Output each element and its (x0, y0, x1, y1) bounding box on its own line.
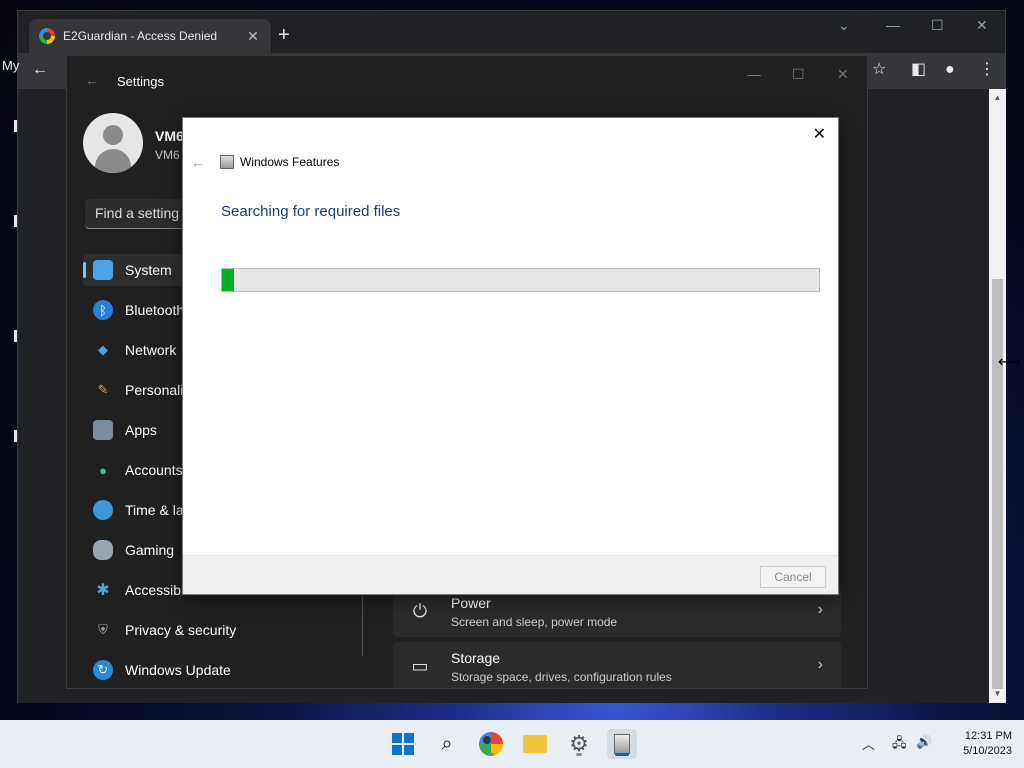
card-title: Power (451, 595, 491, 611)
windows-update-icon: ↻ (93, 660, 113, 680)
start-button[interactable] (388, 729, 418, 759)
storage-card[interactable]: ▭ Storage Storage space, drives, configu… (393, 642, 841, 688)
windows-features-dialog: ✕ ← Windows Features Searching for requi… (182, 117, 839, 595)
active-accent-bar (83, 262, 86, 278)
profile-icon[interactable]: ● (945, 61, 955, 79)
chrome-taskbar-icon[interactable] (476, 729, 506, 759)
scroll-down-icon[interactable]: ▼ (989, 689, 1006, 698)
sidebar-item-label: Windows Update (125, 662, 231, 678)
card-subtitle: Screen and sleep, power mode (451, 615, 618, 629)
dialog-heading: Searching for required files (221, 203, 401, 220)
running-indicator (576, 753, 582, 756)
network-status-icon[interactable]: 🖧 (892, 734, 907, 756)
avatar-body (95, 149, 131, 173)
running-indicator (488, 753, 494, 756)
privacy-shield-icon: ⛨ (98, 622, 108, 637)
bookmark-label: My (2, 58, 20, 73)
network-icon: ◆ (98, 342, 108, 357)
sidebar-item-label: Accounts (125, 462, 183, 478)
active-indicator (615, 753, 629, 756)
progress-fill (222, 269, 234, 291)
chrome-titlebar: E2Guardian - Access Denied ✕ + ⌄ — ☐ ✕ (18, 11, 1005, 53)
sidebar-scrollbar[interactable] (362, 596, 363, 656)
accessibility-icon: ✱ (96, 582, 110, 599)
sidebar-item-label: Time & la (125, 502, 184, 518)
accounts-icon: ● (99, 462, 107, 478)
search-icon[interactable]: ⌕ (432, 729, 462, 759)
windows-features-icon (614, 734, 630, 754)
time-icon (93, 500, 113, 520)
user-name: VM6 (155, 128, 184, 144)
folder-icon (523, 735, 547, 753)
taskbar: ⌕ ⚙ ︿ 🖧 🔊 12:31 PM 5/10/2023 (0, 720, 1024, 768)
bookmark-star-icon[interactable]: ☆ (872, 61, 886, 79)
dialog-title: Windows Features (240, 155, 340, 169)
volume-icon[interactable]: 🔊 (916, 734, 932, 750)
dialog-back-icon[interactable]: ← (191, 154, 205, 170)
minimize-icon[interactable]: — (886, 17, 900, 33)
side-panel-icon[interactable]: ◧ (911, 61, 926, 79)
sidebar-item-label: Gaming (125, 542, 175, 558)
personalization-icon: ✎ (97, 382, 109, 397)
power-icon: ⏻ (412, 601, 428, 621)
avatar[interactable] (83, 113, 143, 173)
tab-search-icon[interactable]: ⌄ (838, 17, 850, 34)
clock-time: 12:31 PM (964, 730, 1012, 742)
back-arrow-icon[interactable]: ← (32, 61, 48, 79)
settings-title: Settings (117, 74, 164, 89)
windows-features-icon (220, 155, 234, 169)
gaming-icon (93, 540, 113, 560)
new-tab-button[interactable]: + (278, 25, 290, 45)
browser-tab[interactable]: E2Guardian - Access Denied ✕ (29, 19, 271, 53)
clock-date: 5/10/2023 (963, 745, 1012, 757)
sidebar-item-label: Accessibi (125, 582, 185, 598)
scroll-thumb[interactable] (992, 279, 1003, 689)
settings-gear-icon[interactable]: ⚙ (564, 729, 594, 759)
close-icon[interactable]: ✕ (976, 17, 988, 34)
sidebar-item-windows-update[interactable]: ↻ Windows Update (83, 654, 333, 686)
sidebar-item-label: Personali (125, 382, 184, 398)
sidebar-item-privacy[interactable]: ⛨ Privacy & security (83, 614, 333, 646)
sidebar-item-label: Network (125, 342, 177, 358)
sidebar-item-label: Bluetooth (125, 302, 185, 318)
show-hidden-icons-icon[interactable]: ︿ (862, 734, 875, 753)
scroll-up-icon[interactable]: ▲ (989, 93, 1006, 102)
dialog-footer: Cancel (183, 555, 838, 594)
maximize-icon[interactable]: ☐ (931, 17, 944, 34)
system-icon (93, 260, 113, 280)
bluetooth-icon: ᛒ (93, 300, 113, 320)
sidebar-item-label: System (125, 262, 172, 278)
tab-close-icon[interactable]: ✕ (245, 28, 261, 45)
windows-features-taskbar-icon[interactable] (607, 729, 637, 759)
settings-back-icon[interactable]: ← (85, 72, 99, 88)
chevron-right-icon: › (817, 656, 823, 673)
card-title: Storage (451, 650, 501, 666)
apps-icon (93, 420, 113, 440)
resize-cursor-icon: ⟷ (998, 354, 1021, 371)
clock[interactable]: 12:31 PM 5/10/2023 (940, 729, 1012, 759)
dialog-close-icon[interactable]: ✕ (813, 124, 826, 144)
sidebar-item-label: Apps (125, 422, 157, 438)
settings-minimize-icon[interactable]: — (747, 66, 761, 82)
storage-icon: ▭ (411, 656, 429, 676)
file-explorer-icon[interactable] (520, 729, 550, 759)
settings-maximize-icon[interactable]: ☐ (792, 66, 805, 83)
chevron-right-icon: › (817, 601, 823, 618)
avatar-head (103, 125, 123, 145)
progress-bar (221, 268, 820, 292)
user-subtitle: VM6 (155, 148, 180, 162)
card-subtitle: Storage space, drives, configuration rul… (451, 670, 672, 684)
windows-logo-icon (392, 733, 414, 755)
settings-close-icon[interactable]: ✕ (837, 66, 849, 83)
tab-title: E2Guardian - Access Denied (63, 29, 218, 43)
more-menu-icon[interactable]: ⋮ (979, 61, 995, 79)
google-logo-icon (39, 28, 55, 44)
page-scrollbar[interactable]: ▲ ▼ (989, 89, 1006, 703)
sidebar-item-label: Privacy & security (125, 622, 237, 638)
cancel-button[interactable]: Cancel (760, 566, 826, 588)
